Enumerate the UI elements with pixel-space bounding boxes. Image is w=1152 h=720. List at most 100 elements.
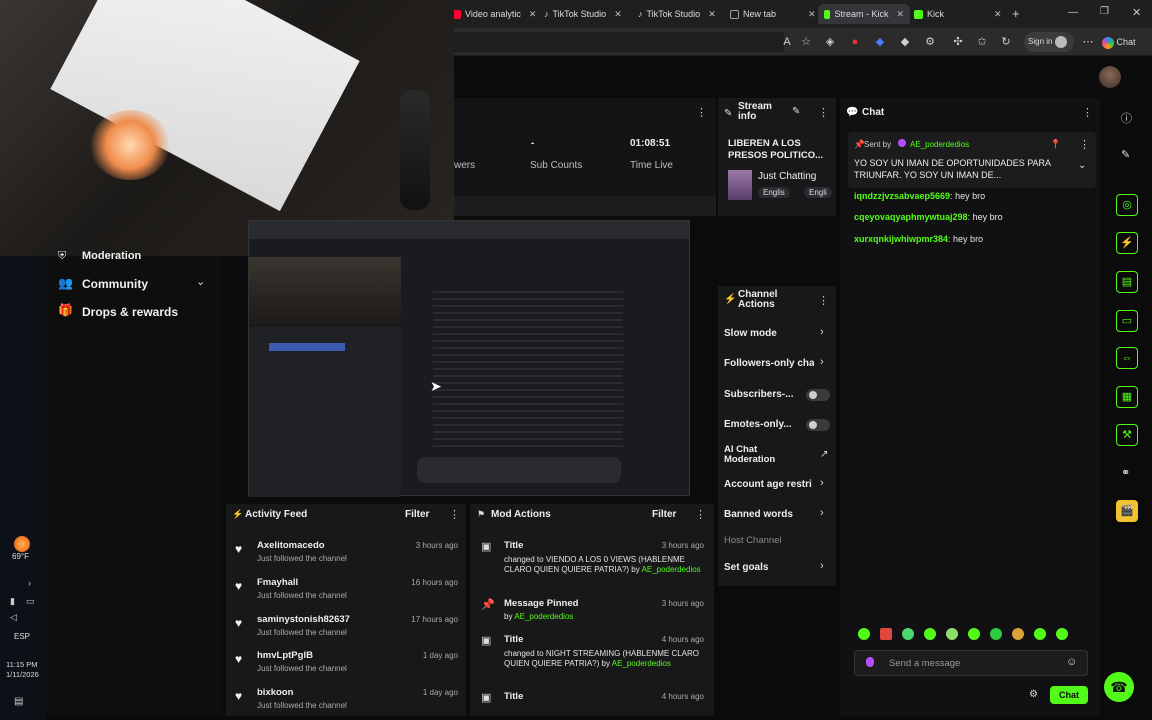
mod-action-user[interactable]: AE_poderdedios	[612, 659, 671, 668]
link-widget-icon[interactable]: ⇔	[1116, 347, 1138, 369]
lightning-widget-icon[interactable]: ⚡	[1116, 232, 1138, 254]
chevron-right-icon[interactable]: ›	[820, 507, 824, 519]
tag-badge[interactable]: Engli	[804, 187, 832, 198]
tab-video-analytics[interactable]: Video analytic ✕	[452, 4, 536, 24]
chat-username[interactable]: iqndzzjvzsabvaep5669	[854, 191, 950, 201]
puzzle-icon[interactable]: ✣	[950, 34, 966, 50]
send-chat-button[interactable]: Chat	[1050, 686, 1088, 704]
taskbar-date[interactable]: 1/11/2026	[6, 670, 39, 679]
chevron-down-icon[interactable]: ⌄	[1078, 160, 1086, 171]
taskbar-language[interactable]: ESP	[14, 632, 30, 641]
emote-icon[interactable]	[902, 628, 914, 640]
window-close-icon[interactable]: ✕	[1132, 6, 1141, 19]
chat-username[interactable]: cqeyovaqyaphmywtuaj298	[854, 212, 968, 222]
close-icon[interactable]: ✕	[614, 9, 622, 20]
ai-chat-moderation-item[interactable]: AI Chat Moderation	[724, 445, 788, 465]
chevron-right-icon[interactable]: ›	[28, 578, 31, 588]
activity-filter-button[interactable]: Filter	[405, 509, 429, 520]
chat-username[interactable]: xurxqnkijwhiwpmr384	[854, 234, 948, 244]
minimize-icon[interactable]: —	[1068, 7, 1078, 18]
pinned-more-icon[interactable]: ⋮	[1079, 138, 1090, 151]
emote-icon[interactable]	[1012, 628, 1024, 640]
emote-icon[interactable]	[880, 628, 892, 640]
tab-tiktok-studio-1[interactable]: ♪ TikTok Studio ✕	[544, 4, 622, 24]
chevron-right-icon[interactable]: ›	[820, 356, 824, 368]
new-tab-plus-icon[interactable]: +	[1012, 6, 1020, 21]
tab-new-tab[interactable]: New tab ✕	[730, 4, 816, 24]
diamond-extension-icon[interactable]: ◆	[897, 34, 913, 50]
emote-icon[interactable]	[924, 628, 936, 640]
close-icon[interactable]: ✕	[529, 9, 537, 20]
favorites-icon[interactable]: ✩	[974, 34, 990, 50]
follower-name[interactable]: saminystonish82637	[257, 614, 350, 625]
emote-icon[interactable]	[1034, 628, 1046, 640]
close-icon[interactable]: ✕	[896, 9, 904, 20]
follower-name[interactable]: hmvLptPglB	[257, 650, 313, 661]
channel-actions-more-icon[interactable]: ⋮	[818, 294, 829, 307]
sign-in-button[interactable]: Sign in	[1024, 32, 1074, 52]
bookmark-star-icon[interactable]: ☆	[798, 34, 814, 50]
banned-words-item[interactable]: Banned words	[724, 509, 814, 520]
help-chat-icon[interactable]: ☎	[1104, 672, 1134, 702]
chevron-right-icon[interactable]: ›	[820, 477, 824, 489]
chat-more-icon[interactable]: ⋮	[1082, 106, 1093, 119]
stats-more-icon[interactable]: ⋮	[696, 106, 707, 119]
mod-filter-button[interactable]: Filter	[652, 509, 676, 520]
stream-info-more-icon[interactable]: ⋮	[818, 106, 829, 119]
tools-widget-icon[interactable]: ⚒	[1116, 424, 1138, 446]
emote-icon[interactable]	[968, 628, 980, 640]
pinned-sender[interactable]: AE_poderdedios	[910, 140, 969, 149]
emote-icon[interactable]	[946, 628, 958, 640]
emote-icon[interactable]	[858, 628, 870, 640]
share-icon[interactable]: ⚭	[1121, 466, 1130, 479]
follower-name[interactable]: Fmayhall	[257, 577, 298, 588]
more-menu-icon[interactable]: ⋯	[1080, 34, 1096, 50]
tab-tiktok-studio-2[interactable]: ♪ TikTok Studio ✕	[638, 4, 716, 24]
speaker-icon[interactable]: ◁	[10, 612, 17, 623]
account-age-restriction-item[interactable]: Account age restri	[724, 479, 814, 490]
activity-more-icon[interactable]: ⋮	[449, 508, 460, 521]
followers-only-item[interactable]: Followers-only cha	[724, 358, 814, 369]
tab-stream-kick[interactable]: Stream - Kick ✕	[818, 4, 910, 24]
clapperboard-icon[interactable]: 🎬	[1116, 500, 1138, 522]
slow-mode-item[interactable]: Slow mode	[724, 328, 814, 339]
url-input[interactable]	[454, 32, 784, 52]
shield-extension-icon[interactable]: ◈	[822, 34, 838, 50]
close-icon[interactable]: ✕	[708, 9, 716, 20]
set-goals-item[interactable]: Set goals	[724, 562, 814, 573]
external-link-icon[interactable]: ↗	[820, 449, 828, 460]
pencil-icon[interactable]: ✎	[1121, 148, 1130, 161]
subscribers-only-toggle[interactable]	[806, 389, 830, 401]
settings-gear-icon[interactable]: ⚙	[1029, 689, 1038, 700]
document-widget-icon[interactable]: ▤	[1116, 271, 1138, 293]
chevron-down-icon[interactable]: ⌄	[196, 275, 205, 288]
tag-badge[interactable]: Englis	[758, 187, 790, 198]
notification-icon[interactable]: ▤	[14, 696, 23, 707]
extension-icon[interactable]: ◆	[872, 34, 888, 50]
maximize-icon[interactable]: ❐	[1100, 6, 1109, 17]
close-icon[interactable]: ✕	[994, 9, 1002, 20]
close-icon[interactable]: ✕	[808, 9, 816, 20]
history-icon[interactable]: ↻	[998, 34, 1014, 50]
mic-icon[interactable]: ▮	[10, 596, 15, 607]
follower-name[interactable]: Axelitomacedo	[257, 540, 325, 551]
chevron-right-icon[interactable]: ›	[820, 560, 824, 572]
chat-widget-icon[interactable]: ▭	[1116, 310, 1138, 332]
emoji-icon[interactable]: ☺	[1066, 656, 1077, 668]
mod-action-user[interactable]: AE_poderdedios	[642, 565, 701, 574]
copilot-chat-button[interactable]: Chat	[1102, 32, 1146, 52]
sidebar-item-moderation[interactable]: Moderation	[82, 250, 141, 262]
tab-kick[interactable]: Kick ✕	[914, 4, 1002, 24]
record-extension-icon[interactable]: ●	[847, 34, 863, 50]
camera-widget-icon[interactable]: ◎	[1116, 194, 1138, 216]
sidebar-item-drops-rewards[interactable]: Drops & rewards	[82, 305, 178, 319]
info-icon[interactable]: ⓘ	[1121, 110, 1132, 126]
chevron-right-icon[interactable]: ›	[820, 326, 824, 338]
sidebar-item-community[interactable]: Community	[82, 277, 148, 291]
display-icon[interactable]: ▭	[26, 596, 35, 607]
emotes-only-toggle[interactable]	[806, 419, 830, 431]
mod-more-icon[interactable]: ⋮	[695, 508, 706, 521]
emote-icon[interactable]	[990, 628, 1002, 640]
follower-name[interactable]: bixkoon	[257, 687, 293, 698]
storage-widget-icon[interactable]: ▦	[1116, 386, 1138, 408]
